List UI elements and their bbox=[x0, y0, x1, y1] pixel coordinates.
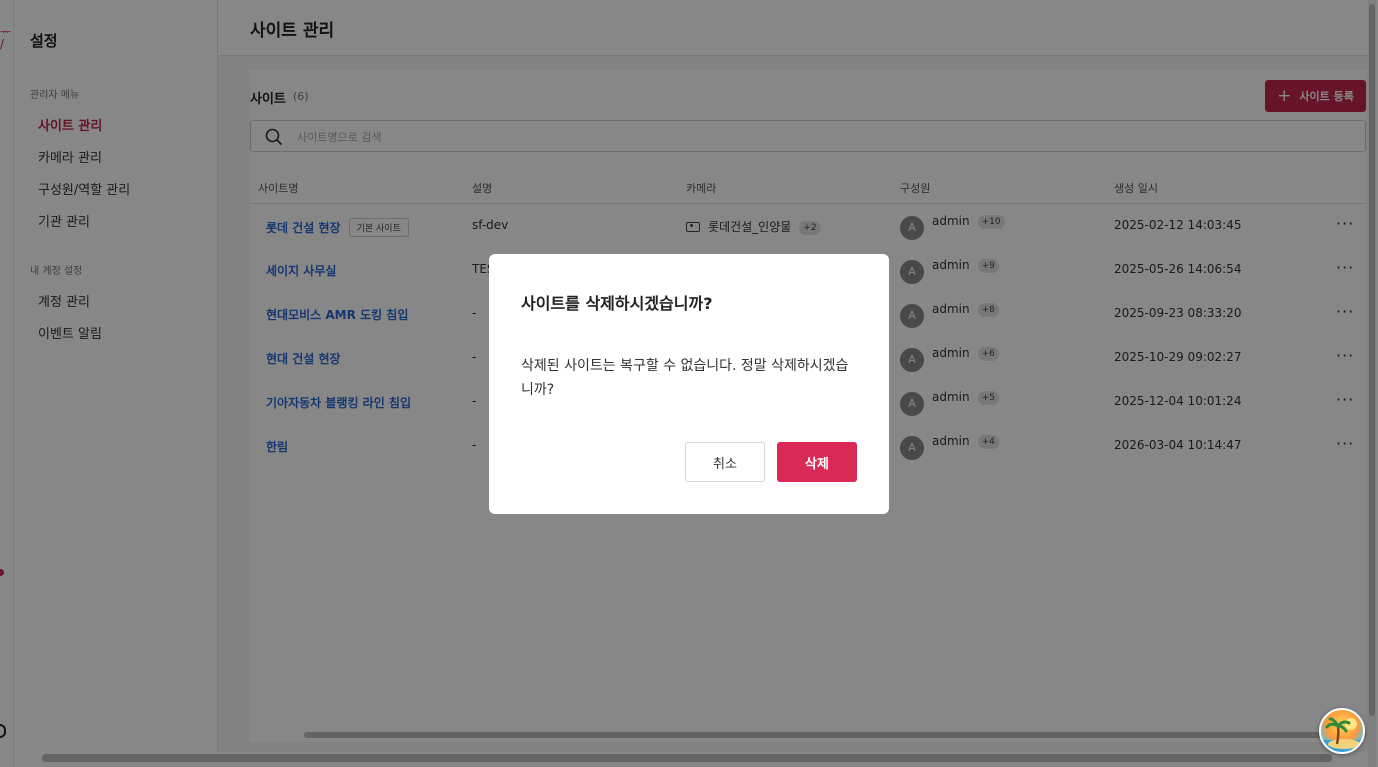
delete-button[interactable]: 삭제 bbox=[777, 442, 857, 482]
delete-confirm-dialog: 사이트를 삭제하시겠습니까? 삭제된 사이트는 복구할 수 없습니다. 정말 삭… bbox=[489, 254, 889, 514]
dialog-title: 사이트를 삭제하시겠습니까? bbox=[521, 294, 713, 313]
cancel-button[interactable]: 취소 bbox=[685, 442, 765, 482]
assistant-avatar-button[interactable] bbox=[1319, 708, 1365, 754]
palm-tree-icon bbox=[1321, 717, 1363, 752]
dialog-message: 삭제된 사이트는 복구할 수 없습니다. 정말 삭제하시겠습니까? bbox=[521, 358, 849, 398]
